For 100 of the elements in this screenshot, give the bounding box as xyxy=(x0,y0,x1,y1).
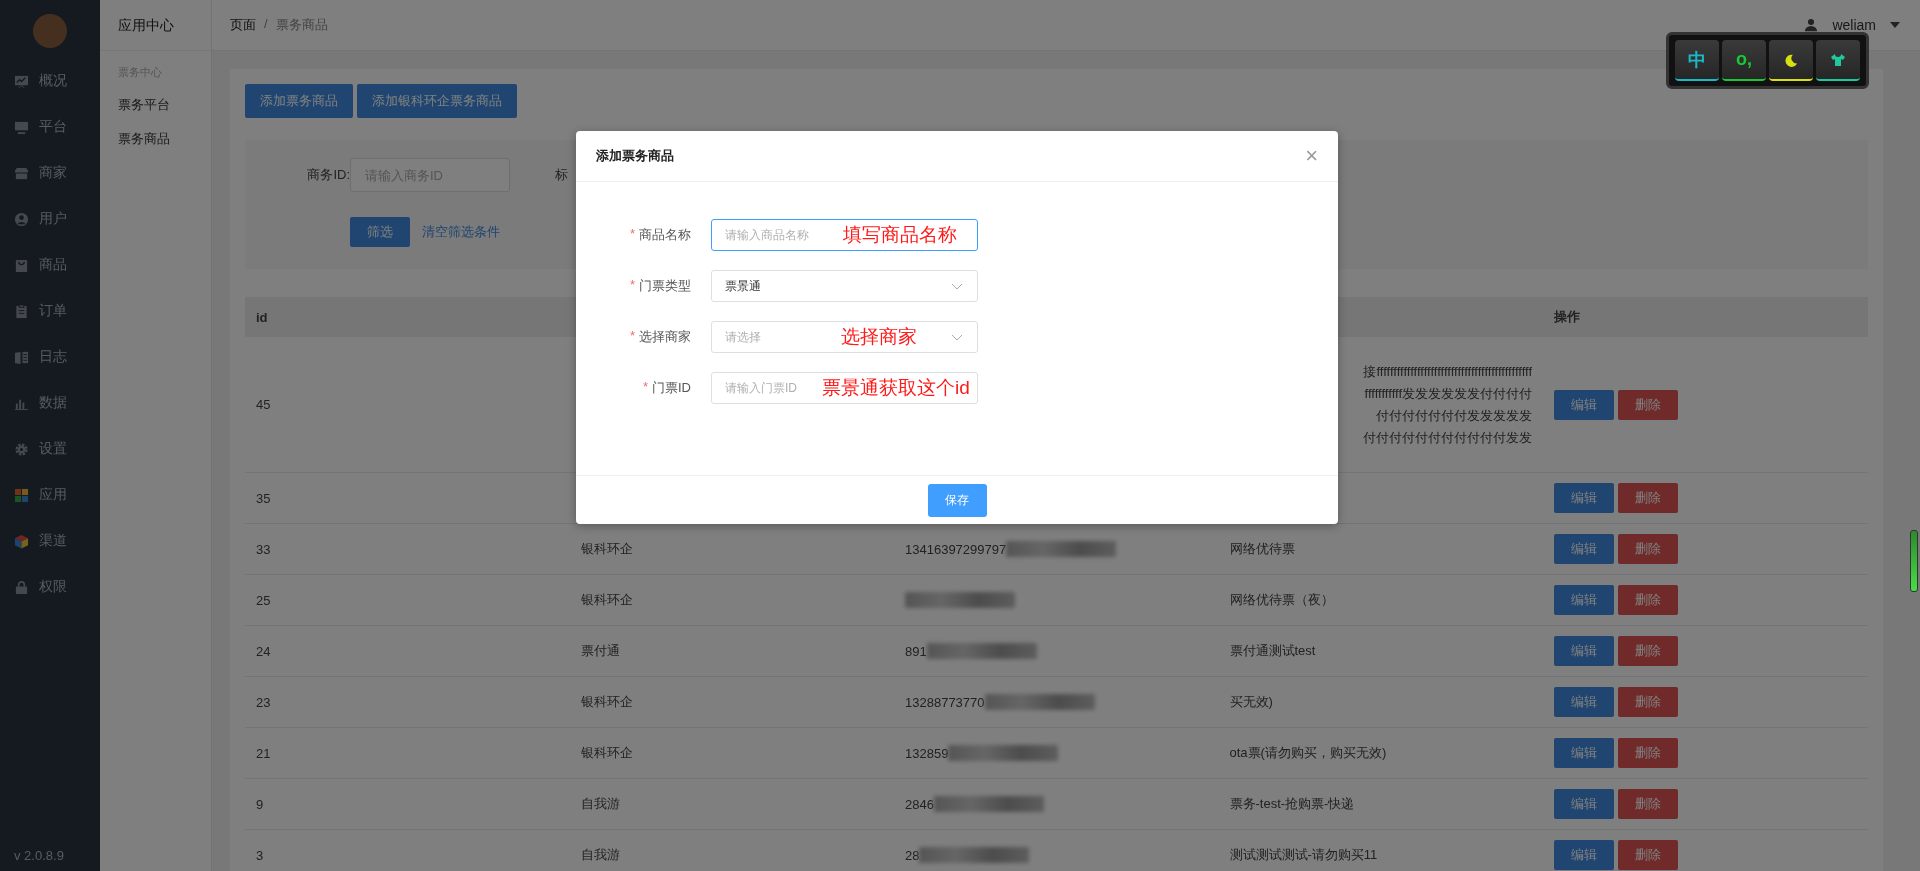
table-cell: 132859 xyxy=(905,745,949,761)
sidebar-item[interactable]: 概况 xyxy=(0,58,100,104)
clipboard-icon xyxy=(14,303,29,319)
dialog-title: 添加票务商品 xyxy=(596,147,674,165)
edit-button[interactable]: 编辑 xyxy=(1554,738,1614,768)
ime-key[interactable] xyxy=(1769,40,1813,81)
delete-button[interactable]: 删除 xyxy=(1618,789,1678,819)
table-cell: 9 xyxy=(256,796,264,812)
field-label: 门票ID xyxy=(652,379,691,397)
table-cell: 2846 xyxy=(905,796,934,812)
table-cell: 测试测试测试-请勿购买11 xyxy=(1229,846,1378,864)
delete-button[interactable]: 删除 xyxy=(1618,840,1678,870)
filter-button[interactable]: 筛选 xyxy=(350,217,410,247)
delete-button[interactable]: 删除 xyxy=(1618,534,1678,564)
annotation-label: 选择商家 xyxy=(841,325,917,349)
table-cell: 票付通 xyxy=(580,642,620,660)
user-icon xyxy=(1804,18,1819,32)
save-button[interactable]: 保存 xyxy=(927,483,987,517)
delete-button[interactable]: 删除 xyxy=(1618,636,1678,666)
table-cell: 票付通测试test xyxy=(1229,642,1316,660)
delete-button[interactable]: 删除 xyxy=(1618,687,1678,717)
ime-key[interactable]: 中 xyxy=(1675,40,1719,81)
book-icon xyxy=(14,349,29,365)
gear-icon xyxy=(14,441,29,457)
required-mark: * xyxy=(642,379,648,396)
edit-button[interactable]: 编辑 xyxy=(1554,636,1614,666)
table-cell: 银科环企 xyxy=(580,540,633,558)
sidebar-item[interactable]: 订单 xyxy=(0,288,100,334)
table-cell-text: 付付付付付付付付付付付发发 xyxy=(1363,428,1532,447)
sidebar-item[interactable]: 用户 xyxy=(0,196,100,242)
required-mark: * xyxy=(629,328,635,345)
table-cell-text: 付付付付付付付发发发发发 xyxy=(1376,406,1532,425)
submenu-item[interactable]: 票务商品 xyxy=(100,122,211,156)
user-icon xyxy=(14,211,29,227)
store-icon xyxy=(14,165,29,181)
clear-filter-link[interactable]: 清空筛选条件 xyxy=(422,223,500,241)
ime-key[interactable]: o, xyxy=(1722,40,1766,81)
delete-button[interactable]: 删除 xyxy=(1618,738,1678,768)
sidebar-item[interactable]: 商家 xyxy=(0,150,100,196)
user-name[interactable]: weliam xyxy=(1832,17,1876,33)
delete-button[interactable]: 删除 xyxy=(1618,389,1678,420)
table-cell: 891 xyxy=(905,643,927,659)
cube-icon xyxy=(14,533,29,549)
breadcrumb-item[interactable]: 页面 xyxy=(230,16,256,34)
submenu-item[interactable]: 票务平台 xyxy=(100,88,211,122)
table-cell: 票务-test-抢购票-快递 xyxy=(1229,795,1355,813)
add-button[interactable]: 添加票务商品 xyxy=(245,84,353,118)
annotation-label: 填写商品名称 xyxy=(843,223,957,247)
sidebar-item[interactable]: 应用 xyxy=(0,472,100,518)
table-cell: 银科环企 xyxy=(580,591,633,609)
sidebar-item[interactable]: 渠道 xyxy=(0,518,100,564)
table-cell: 45 xyxy=(256,397,271,412)
table-cell: 银科环企 xyxy=(580,744,633,762)
edit-button[interactable]: 编辑 xyxy=(1554,789,1614,819)
edit-button[interactable]: 编辑 xyxy=(1554,840,1614,870)
field-label: 商品名称 xyxy=(639,226,691,244)
select-placeholder: 请选择 xyxy=(725,328,761,346)
table-cell: 自我游 xyxy=(580,846,620,864)
column-header: id xyxy=(256,309,268,325)
required-mark: * xyxy=(629,226,635,243)
field-label: 标 xyxy=(555,166,568,184)
chevron-down-icon xyxy=(951,282,963,290)
caret-down-icon xyxy=(1890,22,1900,28)
close-button[interactable]: × xyxy=(1305,145,1318,167)
chevron-down-icon xyxy=(951,333,963,341)
table-cell: 网络优待票 xyxy=(1229,540,1295,558)
submenu-title: 应用中心 xyxy=(100,0,211,51)
sidebar-item[interactable]: 设置 xyxy=(0,426,100,472)
required-mark: * xyxy=(629,277,635,294)
table-cell: 买无效) xyxy=(1229,693,1273,711)
sidebar-item[interactable]: 数据 xyxy=(0,380,100,426)
table-cell: 33 xyxy=(256,541,271,557)
annotation-label: 票景通获取这个id xyxy=(822,376,970,400)
table-cell: 24 xyxy=(256,643,271,659)
delete-button[interactable]: 删除 xyxy=(1618,483,1678,513)
table-cell: 28 xyxy=(905,847,920,863)
delete-button[interactable]: 删除 xyxy=(1618,585,1678,615)
sidebar-item[interactable]: 权限 xyxy=(0,564,100,610)
select-value: 票景通 xyxy=(725,277,761,295)
edit-button[interactable]: 编辑 xyxy=(1554,389,1614,420)
table-cell: 21 xyxy=(256,745,271,761)
bag-icon xyxy=(14,257,29,273)
select-field[interactable]: 票景通 xyxy=(711,270,978,302)
ime-key[interactable] xyxy=(1816,40,1860,81)
field-label: 商务ID: xyxy=(306,166,350,184)
edit-button[interactable]: 编辑 xyxy=(1554,585,1614,615)
sidebar-item[interactable]: 日志 xyxy=(0,334,100,380)
add-button[interactable]: 添加银科环企票务商品 xyxy=(357,84,517,118)
edit-button[interactable]: 编辑 xyxy=(1554,534,1614,564)
table-cell-text: 接ffffffffffffffffffffffffffffffffffffffffffffff xyxy=(1363,362,1532,381)
shirt-icon xyxy=(1830,51,1846,68)
grid-icon xyxy=(14,487,29,503)
sidebar-item[interactable]: 平台 xyxy=(0,104,100,150)
monitor-icon xyxy=(14,119,29,135)
scrollbar-thumb[interactable] xyxy=(1910,530,1918,592)
table-cell: 自我游 xyxy=(580,795,620,813)
edit-button[interactable]: 编辑 xyxy=(1554,483,1614,513)
edit-button[interactable]: 编辑 xyxy=(1554,687,1614,717)
chart-icon xyxy=(14,73,29,89)
sidebar-item[interactable]: 商品 xyxy=(0,242,100,288)
